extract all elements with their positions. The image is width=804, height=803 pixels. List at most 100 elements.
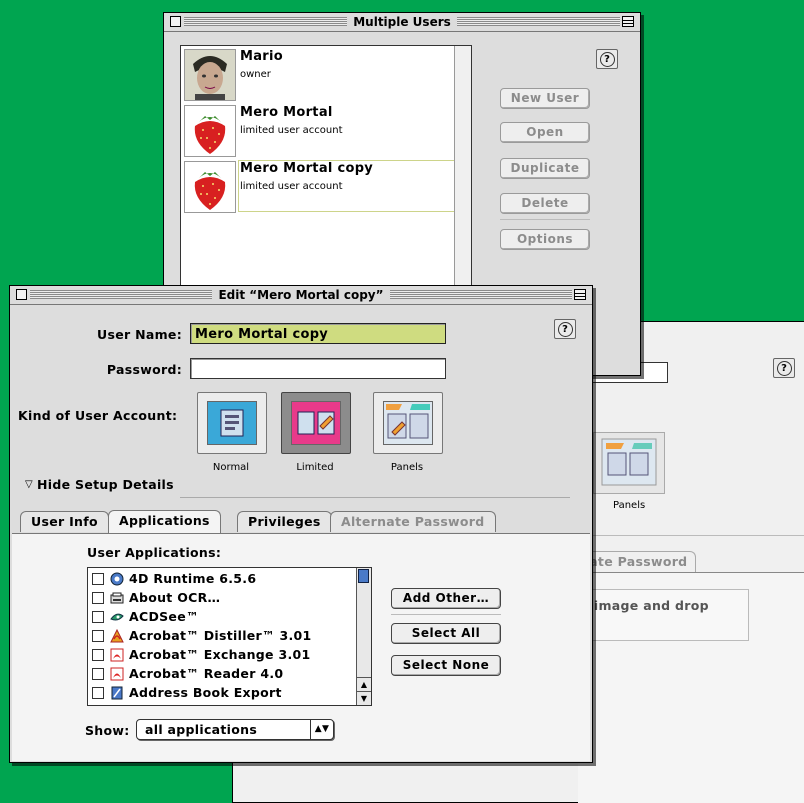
app-checkbox[interactable]	[92, 572, 104, 585]
app-name: Acrobat™ Distiller™ 3.01	[129, 628, 312, 643]
panels-icon	[601, 438, 657, 486]
list-item[interactable]: ACDSee™	[92, 607, 199, 626]
acrobat-icon	[110, 648, 124, 661]
buttons-divider	[391, 614, 501, 615]
user-name: Mero Mortal copy	[240, 161, 374, 176]
scroll-thumb[interactable]	[358, 569, 369, 583]
setup-divider	[180, 497, 570, 498]
user-name: Mario	[240, 49, 284, 64]
scroll-down-arrow-icon[interactable]: ▼	[357, 691, 371, 705]
kind-of-account-label: Kind of User Account:	[18, 408, 178, 423]
user-description: limited user account	[240, 125, 343, 136]
acrobat-icon	[110, 667, 124, 680]
new-user-button[interactable]: New User	[500, 88, 590, 109]
duplicate-button[interactable]: Duplicate	[500, 158, 590, 179]
scanner-icon	[110, 592, 124, 603]
applications-scrollbar[interactable]: ▲ ▼	[356, 568, 371, 705]
user-name: Mero Mortal	[240, 105, 333, 120]
back-window-tab-panel: g image and drop	[578, 572, 804, 803]
collapse-box[interactable]	[574, 289, 586, 300]
4d-runtime-icon	[110, 572, 124, 585]
button-divider	[500, 219, 590, 220]
back-window-drop-area[interactable]: g image and drop	[578, 589, 749, 641]
photo-avatar	[184, 49, 236, 101]
popup-arrows-icon: ▲▼	[310, 720, 333, 739]
help-button[interactable]: ?	[596, 49, 618, 69]
app-checkbox[interactable]	[92, 591, 104, 604]
back-window-divider	[578, 535, 804, 536]
strawberry-avatar	[184, 161, 236, 213]
panels-caption: Panels	[390, 462, 424, 473]
options-button[interactable]: Options	[500, 229, 590, 250]
multiple-users-titlebar[interactable]: Multiple Users	[164, 13, 640, 32]
back-window-tab-alternate-password[interactable]: nate Password	[578, 551, 697, 572]
password-field[interactable]	[190, 358, 446, 379]
account-kind-limited[interactable]	[281, 392, 351, 454]
window-title: Multiple Users	[347, 15, 457, 29]
app-checkbox[interactable]	[92, 610, 104, 623]
app-checkbox[interactable]	[92, 667, 104, 680]
edit-user-window: Edit “Mero Mortal copy” User Name: Mero …	[9, 285, 593, 763]
show-popup-menu[interactable]: all applications ▲▼	[136, 719, 334, 740]
hide-setup-label: Hide Setup Details	[37, 477, 174, 492]
user-row-mero-mortal-copy[interactable]: Mero Mortal copy limited user account	[182, 159, 471, 214]
help-button[interactable]: ?	[554, 319, 576, 339]
user-description: owner	[240, 69, 271, 80]
select-all-button[interactable]: Select All	[391, 623, 501, 644]
applications-list[interactable]: 4D Runtime 6.5.6 About OCR… ACDSee™ Acro…	[87, 567, 372, 706]
user-description: limited user account	[240, 181, 343, 192]
tab-applications[interactable]: Applications	[108, 510, 221, 533]
tab-bar: User Info Applications Privileges Altern…	[18, 510, 588, 533]
user-applications-label: User Applications:	[87, 545, 222, 560]
user-name-field[interactable]: Mero Mortal copy	[190, 323, 446, 344]
open-button[interactable]: Open	[500, 122, 590, 143]
app-checkbox[interactable]	[92, 648, 104, 661]
edit-window-titlebar[interactable]: Edit “Mero Mortal copy”	[10, 286, 592, 305]
app-name: About OCR…	[129, 590, 221, 605]
strawberry-avatar	[184, 105, 236, 157]
back-window-drop-hint: g image and drop	[580, 598, 709, 613]
show-label: Show:	[85, 723, 130, 738]
window-title: Edit “Mero Mortal copy”	[212, 288, 390, 302]
app-name: Acrobat™ Exchange 3.01	[129, 647, 311, 662]
list-item[interactable]: Address Book Export	[92, 683, 282, 702]
list-item[interactable]: 4D Runtime 6.5.6	[92, 569, 256, 588]
delete-button[interactable]: Delete	[500, 193, 590, 214]
list-item[interactable]: Acrobat™ Exchange 3.01	[92, 645, 311, 664]
address-book-icon	[111, 686, 123, 699]
show-popup-value: all applications	[145, 722, 258, 737]
tab-privileges[interactable]: Privileges	[237, 511, 332, 532]
user-row-mario[interactable]: Mario owner	[182, 47, 470, 102]
limited-account-icon	[297, 411, 335, 435]
app-checkbox[interactable]	[92, 686, 104, 699]
select-none-button[interactable]: Select None	[391, 655, 501, 676]
add-other-button[interactable]: Add Other…	[391, 588, 501, 609]
app-name: 4D Runtime 6.5.6	[129, 571, 257, 586]
app-name: Acrobat™ Reader 4.0	[129, 666, 284, 681]
list-item[interactable]: Acrobat™ Reader 4.0	[92, 664, 283, 683]
user-name-label: User Name:	[97, 327, 182, 342]
acrobat-distiller-icon	[110, 628, 124, 642]
app-checkbox[interactable]	[92, 629, 104, 642]
disclosure-triangle-icon: ▽	[25, 479, 33, 490]
normal-caption: Normal	[212, 462, 250, 473]
password-label: Password:	[106, 362, 182, 377]
list-item[interactable]: About OCR…	[92, 588, 220, 607]
acdsee-icon	[110, 613, 124, 620]
applications-panel: User Applications: 4D Runtime 6.5.6 Abou…	[12, 533, 590, 761]
list-item[interactable]: Acrobat™ Distiller™ 3.01	[92, 626, 312, 645]
user-row-mero-mortal[interactable]: Mero Mortal limited user account	[182, 103, 470, 158]
account-kind-panels[interactable]	[373, 392, 443, 454]
app-name: ACDSee™	[129, 609, 199, 624]
hide-setup-details-toggle[interactable]: ▽ Hide Setup Details	[25, 477, 174, 492]
tab-alternate-password[interactable]: Alternate Password	[330, 511, 496, 532]
back-window-help-button[interactable]: ?	[773, 358, 795, 378]
account-kind-normal[interactable]	[197, 392, 267, 454]
tab-user-info[interactable]: User Info	[20, 511, 109, 532]
panels-account-icon	[386, 404, 430, 439]
back-window-panels-caption: Panels	[613, 500, 646, 511]
collapse-box[interactable]	[622, 16, 634, 27]
scroll-up-arrow-icon[interactable]: ▲	[357, 677, 371, 691]
back-window-panels-option[interactable]	[593, 432, 665, 494]
app-name: Address Book Export	[129, 685, 282, 700]
